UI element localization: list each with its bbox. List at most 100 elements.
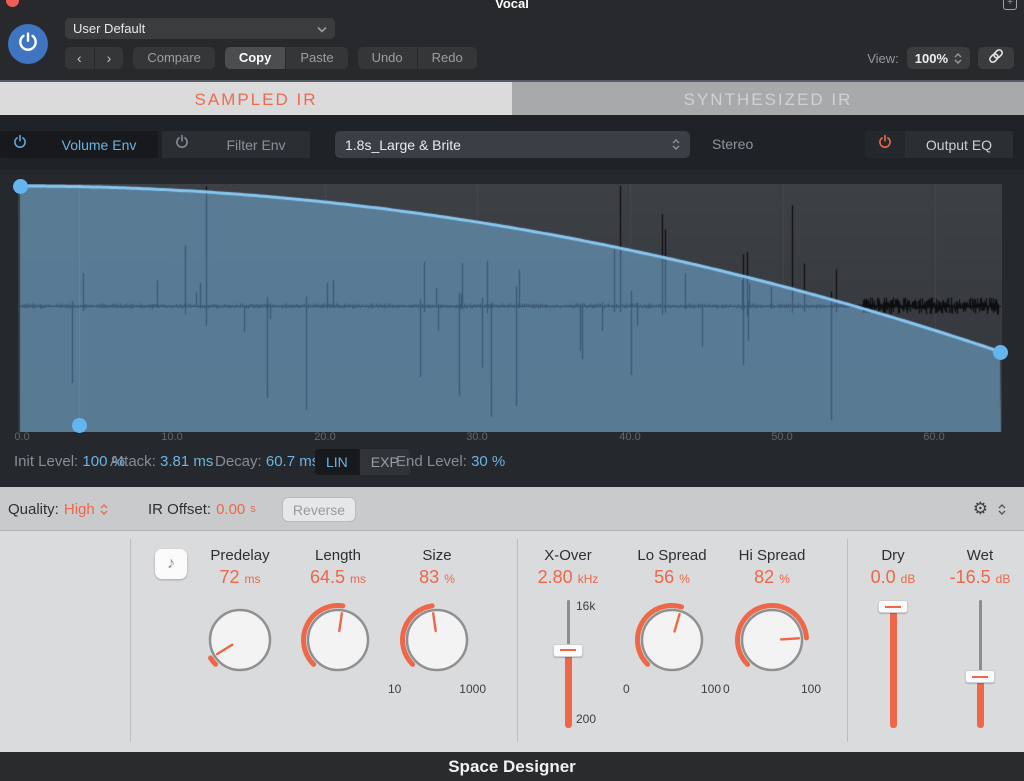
envelope-display-section: 0.0 10.0 20.0 30.0 40.0 50.0 60.0 Init L… [0, 170, 1024, 487]
predelay-knob-group: Predelay 72 ms [185, 547, 295, 682]
predelay-knob[interactable] [200, 600, 280, 680]
paste-button[interactable]: Paste [285, 47, 347, 69]
size-knob-group: Size 83 % 101000 [382, 547, 492, 696]
preset-selector[interactable]: User Default [65, 18, 335, 39]
attack-field[interactable]: Attack: 3.81 ms [110, 449, 213, 475]
window-title: Vocal [0, 0, 1024, 11]
slider-max-label: 16k [576, 599, 595, 613]
next-preset-button[interactable]: › [94, 47, 124, 69]
slider-fill [565, 650, 572, 728]
plugin-header: Vocal + User Default ‹ › Compare C [0, 0, 1024, 80]
updown-chevron-icon[interactable] [998, 504, 1006, 515]
extended-params-control: ⚙ [973, 487, 1006, 531]
plugin-power-button[interactable] [8, 24, 48, 64]
envelope-node-end-level[interactable] [993, 345, 1008, 360]
copy-paste-group: Copy Paste [225, 47, 348, 69]
view-zoom-value: 100% [915, 51, 948, 66]
updown-chevron-icon [672, 139, 680, 150]
lo-spread-label: Lo Spread [617, 547, 727, 564]
plus-window-icon[interactable]: + [1003, 0, 1017, 10]
plugin-name: Space Designer [448, 757, 576, 777]
lin-button[interactable]: LIN [315, 449, 359, 475]
tab-sampled-ir[interactable]: SAMPLED IR [0, 82, 512, 117]
hi-spread-knob[interactable] [732, 600, 812, 680]
reverse-button[interactable]: Reverse [282, 497, 356, 522]
lo-spread-value[interactable]: 56 % [617, 567, 727, 588]
length-knob-group: Length 64.5 ms [283, 547, 393, 682]
quality-label: Quality: [8, 501, 59, 518]
parameter-panel: ♪ Predelay 72 ms Length 64.5 ms Size 83 … [0, 531, 1024, 752]
attack-label: Attack: [110, 453, 156, 470]
header-button-row: ‹ › Compare Copy Paste Undo Redo [65, 47, 477, 69]
ruler-tick: 30.0 [466, 431, 487, 443]
predelay-value[interactable]: 72 ms [185, 567, 295, 588]
copy-button[interactable]: Copy [225, 47, 286, 69]
slider-thumb[interactable] [965, 670, 995, 683]
lo-spread-knob[interactable] [632, 600, 712, 680]
ir-sample-selector[interactable]: 1.8s_Large & Brite [335, 131, 690, 158]
wet-label: Wet [925, 547, 1024, 564]
updown-chevron-icon [100, 504, 108, 515]
slider-thumb[interactable] [878, 600, 908, 613]
end-level-label: End Level: [396, 453, 467, 470]
ir-offset-label: IR Offset: [148, 501, 211, 518]
ir-offset-value[interactable]: 0.00 [216, 501, 245, 518]
preset-nav-group: ‹ › [65, 47, 123, 69]
power-icon [877, 134, 893, 155]
filter-env-power-button[interactable] [162, 131, 202, 158]
end-level-value[interactable]: 30 % [471, 453, 505, 470]
output-eq-tab[interactable]: Output EQ [905, 131, 1013, 158]
filter-env-tab[interactable]: Filter Env [202, 131, 310, 158]
length-knob[interactable] [298, 600, 378, 680]
init-level-field[interactable]: Init Level: 100 % [14, 449, 125, 475]
x-over-slider-group: X-Over 2.80 kHz 16k 200 [513, 547, 623, 728]
filter-env-segment: Filter Env [162, 131, 310, 158]
slider-thumb[interactable] [553, 644, 583, 657]
ruler-tick: 20.0 [314, 431, 335, 443]
x-over-value[interactable]: 2.80 kHz [513, 567, 623, 588]
attack-value[interactable]: 3.81 ms [160, 453, 213, 470]
redo-button[interactable]: Redo [417, 47, 477, 69]
note-icon: ♪ [167, 555, 175, 573]
ir-waveform-display[interactable] [18, 184, 1002, 432]
x-over-slider[interactable]: 16k 200 [513, 600, 623, 728]
undo-button[interactable]: Undo [358, 47, 417, 69]
space-designer-plugin-window: Vocal + User Default ‹ › Compare C [0, 0, 1024, 781]
ruler-tick: 0.0 [14, 431, 29, 443]
previous-preset-button[interactable]: ‹ [65, 47, 94, 69]
end-level-field[interactable]: End Level: 30 % [396, 449, 505, 475]
gear-icon[interactable]: ⚙ [973, 499, 988, 519]
plugin-name-bar: Space Designer [0, 752, 1024, 781]
wet-value[interactable]: -16.5 dB [925, 567, 1024, 588]
output-eq-power-button[interactable] [865, 131, 905, 158]
volume-env-tab[interactable]: Volume Env [40, 131, 158, 158]
ruler-tick: 50.0 [771, 431, 792, 443]
decay-field[interactable]: Decay: 60.7 ms [215, 449, 319, 475]
decay-value[interactable]: 60.7 ms [266, 453, 319, 470]
size-label: Size [382, 547, 492, 564]
size-knob[interactable] [397, 600, 477, 680]
volume-env-power-button[interactable] [0, 131, 40, 158]
view-label: View: [867, 51, 899, 66]
view-zoom-select[interactable]: 100% [907, 47, 970, 69]
tab-synthesized-ir[interactable]: SYNTHESIZED IR [512, 82, 1024, 117]
size-value[interactable]: 83 % [382, 567, 492, 588]
power-icon [16, 30, 40, 59]
envelope-node-init-level[interactable] [13, 179, 28, 194]
hi-spread-label: Hi Spread [717, 547, 827, 564]
quality-select[interactable]: Quality: High [8, 487, 108, 531]
channel-mode-label: Stereo [712, 131, 753, 158]
time-ruler: 0.0 10.0 20.0 30.0 40.0 50.0 60.0 [0, 431, 1024, 445]
wet-slider[interactable] [925, 600, 1024, 728]
link-button[interactable] [978, 47, 1014, 69]
lo-spread-knob-group: Lo Spread 56 % 0100 [617, 547, 727, 696]
volume-env-segment: Volume Env [0, 131, 158, 158]
length-label: Length [283, 547, 393, 564]
predelay-sync-button[interactable]: ♪ [155, 549, 187, 579]
hi-spread-value[interactable]: 82 % [717, 567, 827, 588]
compare-button[interactable]: Compare [133, 47, 214, 69]
ir-offset-field[interactable]: IR Offset: 0.00 s [148, 487, 256, 531]
length-value[interactable]: 64.5 ms [283, 567, 393, 588]
updown-chevron-icon [954, 53, 962, 64]
slider-fill [977, 676, 984, 728]
